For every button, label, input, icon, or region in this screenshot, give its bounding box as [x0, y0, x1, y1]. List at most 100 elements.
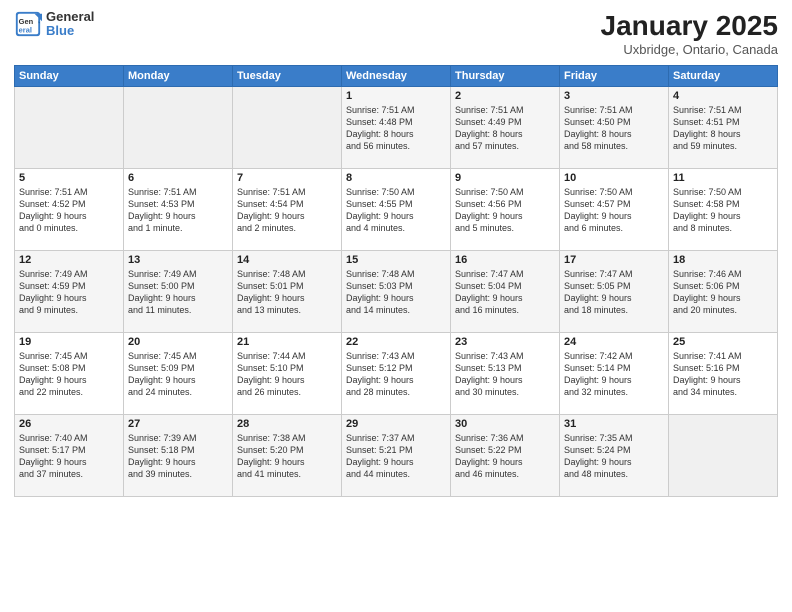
calendar-cell: 28 Sunrise: 7:38 AM Sunset: 5:20 PM Dayli… — [233, 415, 342, 497]
day-header-friday: Friday — [560, 66, 669, 87]
day-info: Sunrise: 7:46 AM Sunset: 5:06 PM Dayligh… — [673, 268, 773, 317]
logo-text: General Blue — [46, 10, 94, 39]
day-number: 11 — [673, 172, 773, 184]
calendar-cell: 8 Sunrise: 7:50 AM Sunset: 4:55 PM Daylig… — [342, 169, 451, 251]
day-number: 27 — [128, 418, 228, 430]
day-info: Sunrise: 7:51 AM Sunset: 4:52 PM Dayligh… — [19, 186, 119, 235]
day-info: Sunrise: 7:38 AM Sunset: 5:20 PM Dayligh… — [237, 432, 337, 481]
day-number: 1 — [346, 90, 446, 102]
calendar-cell: 20Sunrise: 7:45 AM Sunset: 5:09 PM Dayli… — [124, 333, 233, 415]
day-info: Sunrise: 7:42 AM Sunset: 5:14 PM Dayligh… — [564, 350, 664, 399]
day-number: 12 — [19, 254, 119, 266]
day-number: 3 — [564, 90, 664, 102]
day-info: Sunrise: 7:51 AM Sunset: 4:54 PM Dayligh… — [237, 186, 337, 235]
day-number: 5 — [19, 172, 119, 184]
day-number: 15 — [346, 254, 446, 266]
calendar-cell: 11 Sunrise: 7:50 AM Sunset: 4:58 PM Dayli… — [669, 169, 778, 251]
day-info: Sunrise: 7:36 AM Sunset: 5:22 PM Dayligh… — [455, 432, 555, 481]
day-number: 24 — [564, 336, 664, 348]
day-number: 8 — [346, 172, 446, 184]
day-number: 2 — [455, 90, 555, 102]
day-info: Sunrise: 7:49 AM Sunset: 4:59 PM Dayligh… — [19, 268, 119, 317]
calendar-cell: 31Sunrise: 7:35 AM Sunset: 5:24 PM Dayli… — [560, 415, 669, 497]
day-info: Sunrise: 7:50 AM Sunset: 4:55 PM Dayligh… — [346, 186, 446, 235]
day-info: Sunrise: 7:51 AM Sunset: 4:48 PM Dayligh… — [346, 104, 446, 153]
calendar-cell: 12 Sunrise: 7:49 AM Sunset: 4:59 PM Dayli… — [15, 251, 124, 333]
week-row-2: 5 Sunrise: 7:51 AM Sunset: 4:52 PM Daylig… — [15, 169, 778, 251]
calendar-cell — [124, 87, 233, 169]
day-number: 23 — [455, 336, 555, 348]
day-info: Sunrise: 7:51 AM Sunset: 4:51 PM Dayligh… — [673, 104, 773, 153]
calendar-cell: 14Sunrise: 7:48 AM Sunset: 5:01 PM Dayli… — [233, 251, 342, 333]
calendar-cell — [15, 87, 124, 169]
week-row-1: 1 Sunrise: 7:51 AM Sunset: 4:48 PM Daylig… — [15, 87, 778, 169]
day-info: Sunrise: 7:40 AM Sunset: 5:17 PM Dayligh… — [19, 432, 119, 481]
month-title: January 2025 — [601, 10, 778, 42]
logo: Gen eral General Blue — [14, 10, 94, 39]
calendar-cell: 5 Sunrise: 7:51 AM Sunset: 4:52 PM Daylig… — [15, 169, 124, 251]
calendar-cell: 6 Sunrise: 7:51 AM Sunset: 4:53 PM Daylig… — [124, 169, 233, 251]
day-number: 31 — [564, 418, 664, 430]
day-info: Sunrise: 7:44 AM Sunset: 5:10 PM Dayligh… — [237, 350, 337, 399]
day-info: Sunrise: 7:48 AM Sunset: 5:01 PM Dayligh… — [237, 268, 337, 317]
calendar-cell: 9Sunrise: 7:50 AM Sunset: 4:56 PM Daylig… — [451, 169, 560, 251]
calendar-cell: 15 Sunrise: 7:48 AM Sunset: 5:03 PM Dayli… — [342, 251, 451, 333]
header-row: SundayMondayTuesdayWednesdayThursdayFrid… — [15, 66, 778, 87]
day-info: Sunrise: 7:50 AM Sunset: 4:56 PM Dayligh… — [455, 186, 555, 235]
calendar-cell: 7 Sunrise: 7:51 AM Sunset: 4:54 PM Daylig… — [233, 169, 342, 251]
calendar-cell: 16Sunrise: 7:47 AM Sunset: 5:04 PM Dayli… — [451, 251, 560, 333]
calendar-cell: 10 Sunrise: 7:50 AM Sunset: 4:57 PM Dayli… — [560, 169, 669, 251]
day-info: Sunrise: 7:47 AM Sunset: 5:05 PM Dayligh… — [564, 268, 664, 317]
day-number: 19 — [19, 336, 119, 348]
calendar-cell: 18 Sunrise: 7:46 AM Sunset: 5:06 PM Dayli… — [669, 251, 778, 333]
day-info: Sunrise: 7:45 AM Sunset: 5:08 PM Dayligh… — [19, 350, 119, 399]
day-number: 7 — [237, 172, 337, 184]
day-header-tuesday: Tuesday — [233, 66, 342, 87]
day-info: Sunrise: 7:51 AM Sunset: 4:53 PM Dayligh… — [128, 186, 228, 235]
calendar-cell: 30 Sunrise: 7:36 AM Sunset: 5:22 PM Dayli… — [451, 415, 560, 497]
day-info: Sunrise: 7:50 AM Sunset: 4:58 PM Dayligh… — [673, 186, 773, 235]
day-number: 10 — [564, 172, 664, 184]
day-number: 26 — [19, 418, 119, 430]
calendar-cell: 21 Sunrise: 7:44 AM Sunset: 5:10 PM Dayli… — [233, 333, 342, 415]
week-row-3: 12 Sunrise: 7:49 AM Sunset: 4:59 PM Dayli… — [15, 251, 778, 333]
day-number: 6 — [128, 172, 228, 184]
day-info: Sunrise: 7:51 AM Sunset: 4:49 PM Dayligh… — [455, 104, 555, 153]
day-info: Sunrise: 7:37 AM Sunset: 5:21 PM Dayligh… — [346, 432, 446, 481]
calendar-table: SundayMondayTuesdayWednesdayThursdayFrid… — [14, 65, 778, 497]
day-info: Sunrise: 7:47 AM Sunset: 5:04 PM Dayligh… — [455, 268, 555, 317]
day-info: Sunrise: 7:43 AM Sunset: 5:13 PM Dayligh… — [455, 350, 555, 399]
logo-line1: General — [46, 10, 94, 24]
calendar-cell: 23 Sunrise: 7:43 AM Sunset: 5:13 PM Dayli… — [451, 333, 560, 415]
calendar-cell — [233, 87, 342, 169]
day-number: 25 — [673, 336, 773, 348]
day-header-sunday: Sunday — [15, 66, 124, 87]
day-number: 30 — [455, 418, 555, 430]
calendar-cell: 3Sunrise: 7:51 AM Sunset: 4:50 PM Daylig… — [560, 87, 669, 169]
calendar-cell: 24 Sunrise: 7:42 AM Sunset: 5:14 PM Dayli… — [560, 333, 669, 415]
day-number: 28 — [237, 418, 337, 430]
day-info: Sunrise: 7:43 AM Sunset: 5:12 PM Dayligh… — [346, 350, 446, 399]
calendar-cell: 27 Sunrise: 7:39 AM Sunset: 5:18 PM Dayli… — [124, 415, 233, 497]
calendar-cell: 13Sunrise: 7:49 AM Sunset: 5:00 PM Dayli… — [124, 251, 233, 333]
day-number: 18 — [673, 254, 773, 266]
day-header-saturday: Saturday — [669, 66, 778, 87]
calendar-cell: 1 Sunrise: 7:51 AM Sunset: 4:48 PM Daylig… — [342, 87, 451, 169]
day-header-wednesday: Wednesday — [342, 66, 451, 87]
page-container: Gen eral General Blue January 2025 Uxbri… — [0, 0, 792, 612]
day-info: Sunrise: 7:48 AM Sunset: 5:03 PM Dayligh… — [346, 268, 446, 317]
svg-text:eral: eral — [19, 26, 32, 35]
day-number: 29 — [346, 418, 446, 430]
calendar-cell: 17 Sunrise: 7:47 AM Sunset: 5:05 PM Dayli… — [560, 251, 669, 333]
day-info: Sunrise: 7:50 AM Sunset: 4:57 PM Dayligh… — [564, 186, 664, 235]
week-row-5: 26 Sunrise: 7:40 AM Sunset: 5:17 PM Dayli… — [15, 415, 778, 497]
day-number: 21 — [237, 336, 337, 348]
day-info: Sunrise: 7:39 AM Sunset: 5:18 PM Dayligh… — [128, 432, 228, 481]
day-number: 22 — [346, 336, 446, 348]
day-number: 17 — [564, 254, 664, 266]
calendar-cell: 2 Sunrise: 7:51 AM Sunset: 4:49 PM Daylig… — [451, 87, 560, 169]
calendar-cell: 26 Sunrise: 7:40 AM Sunset: 5:17 PM Dayli… — [15, 415, 124, 497]
title-block: January 2025 Uxbridge, Ontario, Canada — [601, 10, 778, 57]
calendar-cell: 29 Sunrise: 7:37 AM Sunset: 5:21 PM Dayli… — [342, 415, 451, 497]
calendar-cell: 25Sunrise: 7:41 AM Sunset: 5:16 PM Dayli… — [669, 333, 778, 415]
